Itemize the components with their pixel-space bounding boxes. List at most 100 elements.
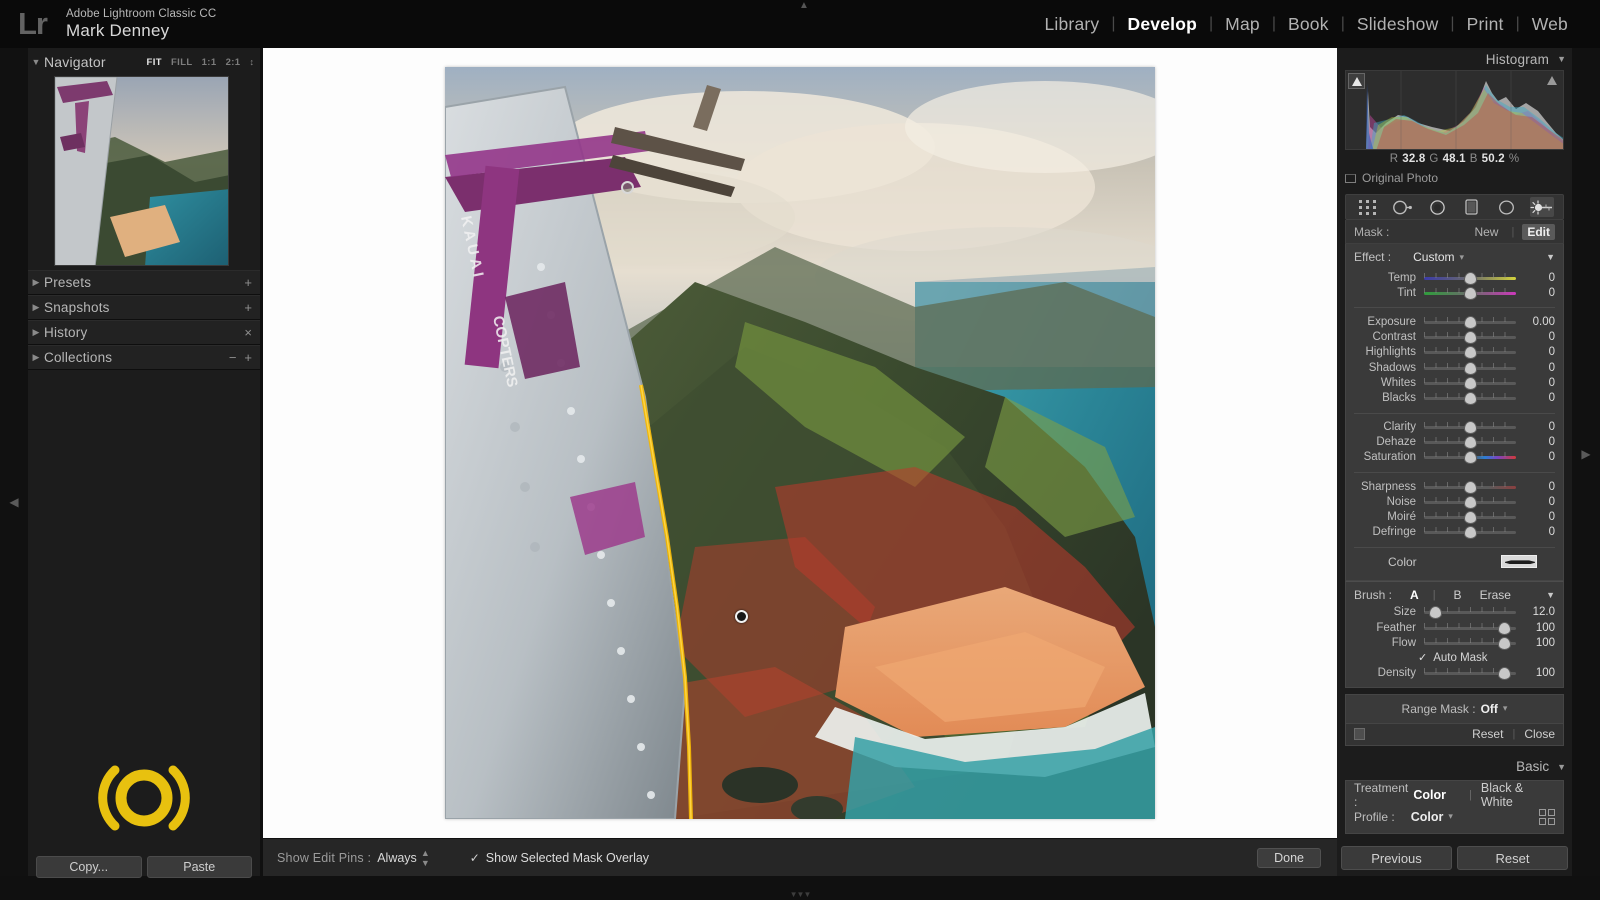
slider-value-contrast[interactable]: 0 — [1549, 331, 1555, 343]
slider-knob-moir-[interactable] — [1464, 512, 1476, 524]
add-icon[interactable]: + — [244, 276, 252, 289]
mask-overlay-label[interactable]: Show Selected Mask Overlay — [486, 851, 649, 865]
module-book[interactable]: Book — [1276, 14, 1341, 35]
edit-pin-selected[interactable] — [735, 610, 748, 623]
slider-value-moir-[interactable]: 0 — [1549, 511, 1555, 523]
slider-knob-blacks[interactable] — [1464, 392, 1476, 404]
slider-value-tint[interactable]: 0 — [1549, 287, 1555, 299]
left-section-history[interactable]: ▶ History × — [28, 320, 260, 345]
spot-removal-tool[interactable] — [1390, 197, 1414, 217]
slider-value-clarity[interactable]: 0 — [1549, 421, 1555, 433]
slider-value-feather[interactable]: 100 — [1536, 622, 1555, 634]
left-panel-collapse-arrow[interactable]: ◀ — [0, 488, 28, 516]
auto-mask-checkbox[interactable]: ✓ — [1418, 651, 1427, 664]
add-icon[interactable]: + — [244, 301, 252, 314]
brush-option-erase[interactable]: Erase — [1480, 588, 1511, 602]
color-swatch[interactable] — [1501, 555, 1537, 569]
navigator-zoom-stepper-icon[interactable]: ↕ — [250, 57, 255, 67]
brush-collapse-triangle-icon[interactable]: ▼ — [1546, 590, 1555, 600]
slider-knob-sharpness[interactable] — [1464, 481, 1476, 493]
slider-track-saturation[interactable] — [1424, 452, 1516, 464]
slider-knob-defringe[interactable] — [1464, 527, 1476, 539]
slider-value-exposure[interactable]: 0.00 — [1533, 316, 1555, 328]
slider-value-whites[interactable]: 0 — [1549, 377, 1555, 389]
previous-button[interactable]: Previous — [1341, 846, 1452, 870]
edit-pin-unselected[interactable] — [621, 181, 634, 194]
slider-track-defringe[interactable] — [1424, 527, 1516, 539]
crop-overlay-tool[interactable] — [1355, 197, 1379, 217]
range-mask-value[interactable]: Off — [1481, 702, 1498, 716]
navigator-zoom-2-1[interactable]: 2:1 — [226, 57, 241, 68]
adjustment-brush-tool[interactable] — [1529, 197, 1554, 217]
slider-knob-density[interactable] — [1499, 667, 1511, 679]
brush-close-button[interactable]: Close — [1524, 727, 1555, 741]
slider-track-size[interactable] — [1424, 607, 1516, 619]
treatment-bw-option[interactable]: Black & White — [1481, 781, 1555, 809]
disclosure-triangle-icon[interactable]: ▶ — [28, 352, 44, 363]
slider-knob-clarity[interactable] — [1464, 422, 1476, 434]
slider-knob-contrast[interactable] — [1464, 332, 1476, 344]
brush-option-b[interactable]: B — [1454, 588, 1462, 602]
slider-value-flow[interactable]: 100 — [1536, 637, 1555, 649]
module-print[interactable]: Print — [1455, 14, 1516, 35]
disclosure-triangle-icon[interactable]: ▶ — [28, 277, 44, 288]
slider-track-highlights[interactable] — [1424, 347, 1516, 359]
profile-value[interactable]: Color — [1411, 810, 1444, 824]
slider-track-shadows[interactable] — [1424, 362, 1516, 374]
slider-knob-whites[interactable] — [1464, 377, 1476, 389]
slider-value-blacks[interactable]: 0 — [1549, 392, 1555, 404]
module-develop[interactable]: Develop — [1116, 14, 1209, 35]
mask-new-button[interactable]: New — [1469, 224, 1503, 240]
add-icon[interactable]: + — [244, 351, 252, 364]
radial-filter-tool[interactable] — [1495, 197, 1519, 217]
copy-button[interactable]: Copy... — [36, 856, 142, 878]
navigator-disclosure-triangle-icon[interactable]: ▼ — [28, 57, 44, 67]
basic-disclosure-triangle-icon[interactable]: ▼ — [1557, 762, 1566, 772]
slider-value-density[interactable]: 100 — [1536, 667, 1555, 679]
clear-icon[interactable]: × — [244, 326, 252, 339]
reset-button[interactable]: Reset — [1457, 846, 1568, 870]
disclosure-triangle-icon[interactable]: ▶ — [28, 327, 44, 338]
auto-mask-label[interactable]: Auto Mask — [1433, 652, 1487, 664]
module-library[interactable]: Library — [1032, 14, 1111, 35]
histogram-graph[interactable] — [1345, 70, 1564, 150]
slider-knob-tint[interactable] — [1464, 287, 1476, 299]
photo-preview[interactable]: K A U A I COPTERS — [445, 67, 1155, 819]
module-map[interactable]: Map — [1213, 14, 1272, 35]
slider-track-clarity[interactable] — [1424, 422, 1516, 434]
profile-browser-grid-icon[interactable] — [1539, 808, 1555, 825]
effect-stepper-icon[interactable]: ▾ — [1459, 252, 1464, 263]
brush-reset-button[interactable]: Reset — [1472, 727, 1503, 741]
navigator-thumbnail[interactable] — [54, 76, 229, 266]
done-button[interactable]: Done — [1257, 847, 1321, 868]
identity-plate[interactable]: Adobe Lightroom Classic CC Mark Denney — [66, 8, 216, 41]
left-section-collections[interactable]: ▶ Collections − + — [28, 345, 260, 370]
show-edit-pins-value[interactable]: Always — [377, 851, 417, 865]
shadow-clipping-indicator[interactable] — [1348, 73, 1365, 89]
slider-knob-noise[interactable] — [1464, 496, 1476, 508]
red-eye-correction-tool[interactable] — [1425, 197, 1449, 217]
histogram-disclosure-triangle-icon[interactable]: ▼ — [1557, 54, 1566, 64]
slider-track-contrast[interactable] — [1424, 332, 1516, 344]
original-photo-row[interactable]: Original Photo — [1337, 168, 1572, 188]
highlight-clipping-indicator[interactable] — [1544, 73, 1561, 89]
disclosure-triangle-icon[interactable]: ▶ — [28, 302, 44, 313]
range-mask-stepper-icon[interactable]: ▾ — [1503, 703, 1508, 714]
slider-track-exposure[interactable] — [1424, 316, 1516, 328]
slider-value-shadows[interactable]: 0 — [1549, 362, 1555, 374]
slider-track-feather[interactable] — [1424, 622, 1516, 634]
module-web[interactable]: Web — [1520, 14, 1580, 35]
mask-overlay-checkbox[interactable]: ✓ — [470, 851, 480, 865]
slider-knob-size[interactable] — [1430, 607, 1442, 619]
slider-track-sharpness[interactable] — [1424, 481, 1516, 493]
paste-button[interactable]: Paste — [146, 856, 252, 878]
slider-knob-exposure[interactable] — [1464, 316, 1476, 328]
slider-value-noise[interactable]: 0 — [1549, 496, 1555, 508]
filmstrip-toggle-arrow[interactable]: ▼▼▼ — [775, 891, 825, 899]
slider-knob-saturation[interactable] — [1464, 452, 1476, 464]
slider-track-blacks[interactable] — [1424, 392, 1516, 404]
slider-value-sharpness[interactable]: 0 — [1549, 481, 1555, 493]
slider-track-moir-[interactable] — [1424, 512, 1516, 524]
navigator-zoom-fit[interactable]: FIT — [147, 57, 162, 68]
slider-value-saturation[interactable]: 0 — [1549, 451, 1555, 463]
